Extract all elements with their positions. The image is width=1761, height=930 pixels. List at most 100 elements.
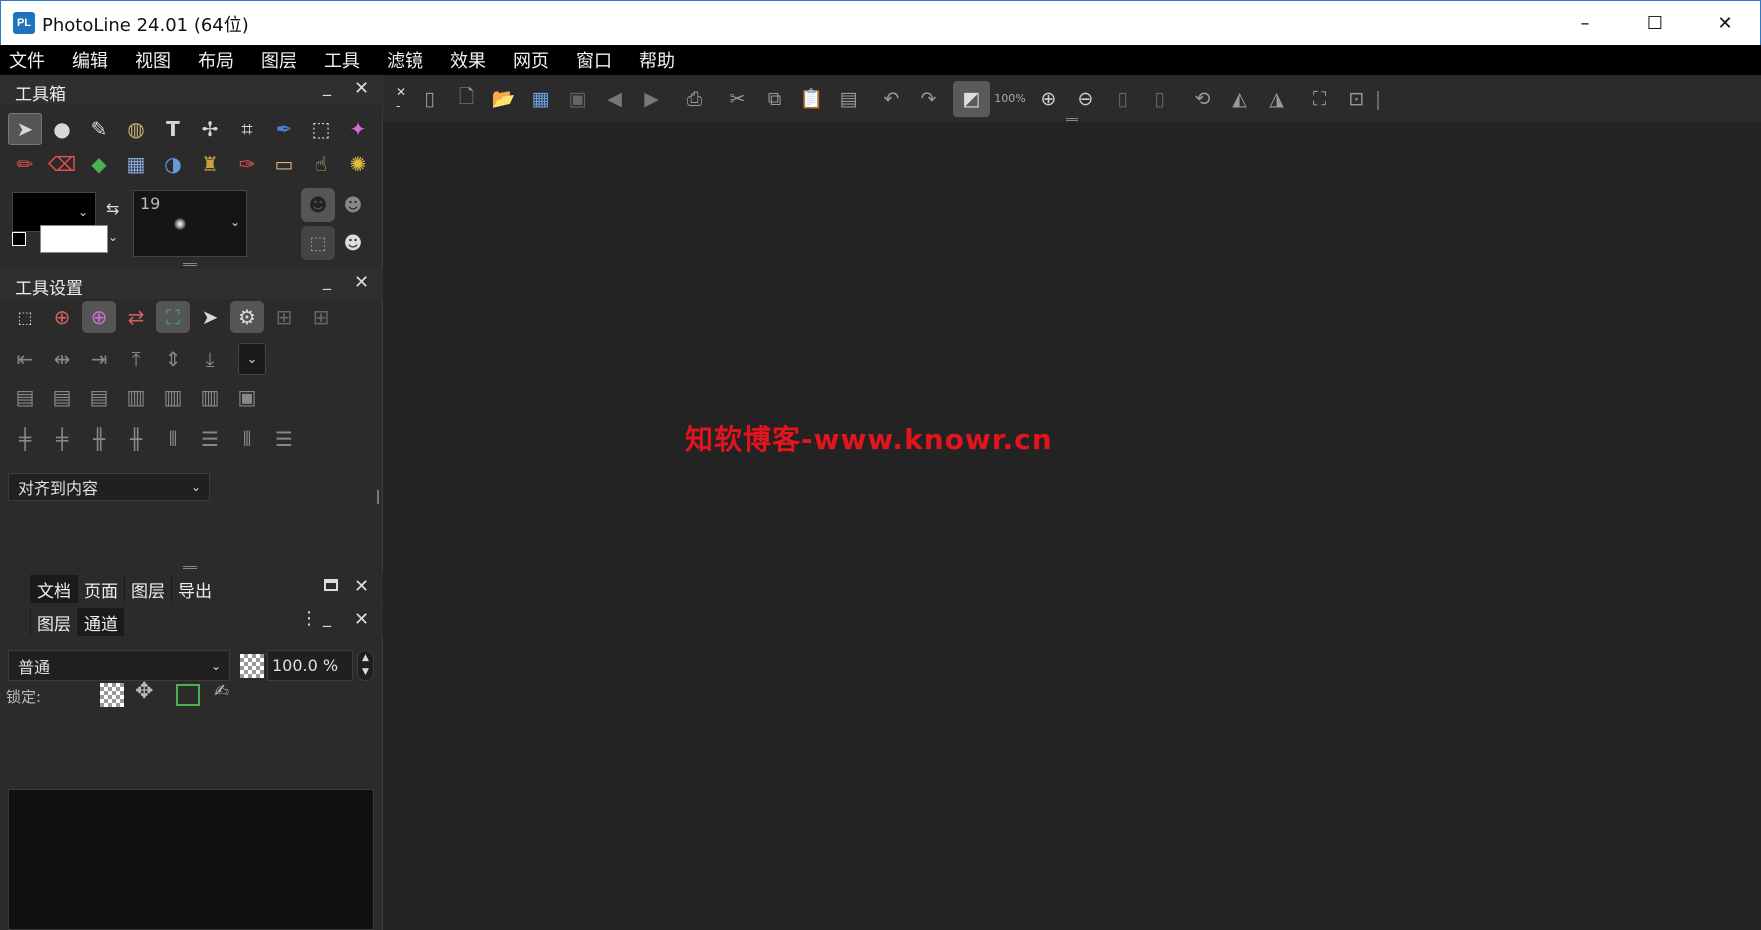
maximize-button[interactable]: ☐ <box>1621 1 1689 45</box>
layer-panel-close-icon[interactable]: ✕ <box>354 609 369 630</box>
fill-bucket-icon[interactable]: ◆ <box>82 148 116 180</box>
distribute-top-icon[interactable]: ╫ <box>82 423 116 455</box>
equal-width-icon[interactable]: ⦀ <box>230 423 264 455</box>
layer-panel-minimize-icon[interactable]: _ <box>323 608 331 627</box>
tab-channels[interactable]: 通道 <box>77 608 124 636</box>
background-color-swatch[interactable] <box>40 225 108 253</box>
distribute-h-space-icon[interactable]: ⦀ <box>156 423 190 455</box>
tab-export[interactable]: 导出 <box>171 575 218 603</box>
gradient-icon[interactable]: ▦ <box>119 148 153 180</box>
tab-layers[interactable]: 图层 <box>124 575 171 603</box>
zoom-out-icon[interactable]: ⊖ <box>1067 81 1104 117</box>
lock-size-icon[interactable] <box>176 684 200 706</box>
grid-add-icon[interactable]: ⊞ <box>304 301 338 333</box>
splitter-handle-icon[interactable] <box>183 263 197 266</box>
align-middle-icon[interactable]: ▥ <box>156 381 190 413</box>
fit-page-icon[interactable]: ▯ <box>1104 81 1141 117</box>
default-colors-icon[interactable] <box>12 232 26 246</box>
magic-wand-icon[interactable]: ✦ <box>341 113 375 145</box>
undo-icon[interactable]: ↶ <box>873 81 910 117</box>
tool-settings-close-icon[interactable]: ✕ <box>354 272 369 293</box>
grid-remove-icon[interactable]: ⊞ <box>267 301 301 333</box>
pen-icon[interactable]: ✒ <box>267 113 301 145</box>
align-bottom-edge-icon[interactable]: ⤓ <box>193 343 227 375</box>
transform-icon[interactable]: ⛶ <box>156 301 190 333</box>
vertical-splitter-icon[interactable] <box>377 490 379 504</box>
save-icon[interactable]: ▣ <box>559 81 596 117</box>
toolbar-splitter-icon[interactable] <box>1066 118 1078 121</box>
align-h-center-icon[interactable]: ⇹ <box>45 343 79 375</box>
align-bottom-icon[interactable]: ▥ <box>193 381 227 413</box>
toolbox-minimize-icon[interactable]: _ <box>323 77 331 96</box>
new-document-icon[interactable]: ▯ <box>411 81 448 117</box>
mask-edit-icon[interactable]: ☻ <box>336 188 370 222</box>
crop-canvas-icon[interactable]: ⛶ <box>1301 81 1338 117</box>
brush-preset-icon[interactable]: ✎ <box>82 113 116 145</box>
blend-mode-select[interactable]: 普通 ⌄ <box>8 650 230 681</box>
menu-window[interactable]: 窗口 <box>573 47 615 73</box>
sphere-icon[interactable]: ◍ <box>119 113 153 145</box>
doc-panel-maximize-icon[interactable] <box>324 579 338 591</box>
close-doc-icon[interactable]: ✕ - <box>391 81 411 117</box>
opacity-stepper[interactable]: ▲ ▼ <box>357 650 374 681</box>
copy-icon[interactable]: ⧉ <box>756 81 793 117</box>
tab-layer[interactable]: 图层 <box>30 608 77 636</box>
distribute-left-icon[interactable]: ╪ <box>8 423 42 455</box>
text-tool-icon[interactable]: T <box>156 113 190 145</box>
lock-paint-icon[interactable]: ✍ <box>214 681 229 702</box>
align-left-edge-icon[interactable]: ⇤ <box>8 343 42 375</box>
opacity-input[interactable]: 100.0 % <box>267 650 353 681</box>
flip-vertical-icon[interactable]: ◮ <box>1258 81 1295 117</box>
menu-layout[interactable]: 布局 <box>195 47 237 73</box>
transfer-icon[interactable]: ⇄ <box>119 301 153 333</box>
menu-tools[interactable]: 工具 <box>321 47 363 73</box>
menu-edit[interactable]: 编辑 <box>69 47 111 73</box>
smudge-icon[interactable]: ◑ <box>156 148 190 180</box>
paintbrush-icon[interactable]: ✏ <box>8 148 42 180</box>
eraser-icon[interactable]: ⌫ <box>45 148 79 180</box>
back-icon[interactable]: ◀ <box>596 81 633 117</box>
menu-file[interactable]: 文件 <box>6 47 48 73</box>
toolbox-close-icon[interactable]: ✕ <box>354 78 369 99</box>
dodge-icon[interactable]: ✺ <box>341 148 375 180</box>
menu-effects[interactable]: 效果 <box>447 47 489 73</box>
tab-page[interactable]: 页面 <box>77 575 124 603</box>
add-mode-icon[interactable]: ⊕ <box>82 301 116 333</box>
color-palette-icon[interactable]: ▦ <box>522 81 559 117</box>
tab-document[interactable]: 文档 <box>30 575 77 603</box>
layers-list[interactable] <box>8 789 374 930</box>
redo-icon[interactable]: ↷ <box>910 81 947 117</box>
vector-path-icon[interactable]: ✢ <box>193 113 227 145</box>
lock-transparency-icon[interactable] <box>100 683 124 707</box>
menu-web[interactable]: 网页 <box>510 47 552 73</box>
circle-tool-icon[interactable]: ● <box>45 113 79 145</box>
menu-filter[interactable]: 滤镜 <box>384 47 426 73</box>
brush-dropdown-icon[interactable]: ⌄ <box>230 215 240 229</box>
clone-brush-icon[interactable]: ✑ <box>230 148 264 180</box>
distribute-center-icon[interactable]: ╪ <box>45 423 79 455</box>
menu-layer[interactable]: 图层 <box>258 47 300 73</box>
align-center-icon[interactable]: ▤ <box>45 381 79 413</box>
gear-icon[interactable]: ⚙ <box>230 301 264 333</box>
close-button[interactable]: ✕ <box>1691 1 1759 45</box>
resize-canvas-icon[interactable]: ⊡ <box>1338 81 1375 117</box>
open-folder-icon[interactable]: 📂 <box>485 81 522 117</box>
rotate-icon[interactable]: ⟲ <box>1184 81 1221 117</box>
target-icon[interactable]: ⊕ <box>45 301 79 333</box>
flip-horizontal-icon[interactable]: ◭ <box>1221 81 1258 117</box>
select-none-icon[interactable]: ⬚ <box>8 301 42 333</box>
finger-icon[interactable]: ☝ <box>304 148 338 180</box>
foreground-dropdown-icon[interactable]: ⌄ <box>78 205 88 219</box>
tool-settings-minimize-icon[interactable]: _ <box>323 271 331 290</box>
rect-select-icon[interactable]: ⬚ <box>304 113 338 145</box>
align-page-icon[interactable]: ▣ <box>230 381 264 413</box>
minimize-button[interactable]: – <box>1551 1 1619 45</box>
canvas-area[interactable]: 知软博客-www.knowr.cn <box>383 118 1761 930</box>
toolbar-overflow-icon[interactable]: | <box>1375 81 1381 117</box>
align-more-dropdown-icon[interactable]: ⌄ <box>238 343 266 375</box>
align-right-edge-icon[interactable]: ⇥ <box>82 343 116 375</box>
align-left-icon[interactable]: ▤ <box>8 381 42 413</box>
print-icon[interactable]: ⎙ <box>676 81 713 117</box>
background-dropdown-icon[interactable]: ⌄ <box>108 230 118 244</box>
zoom-in-icon[interactable]: ⊕ <box>1030 81 1067 117</box>
